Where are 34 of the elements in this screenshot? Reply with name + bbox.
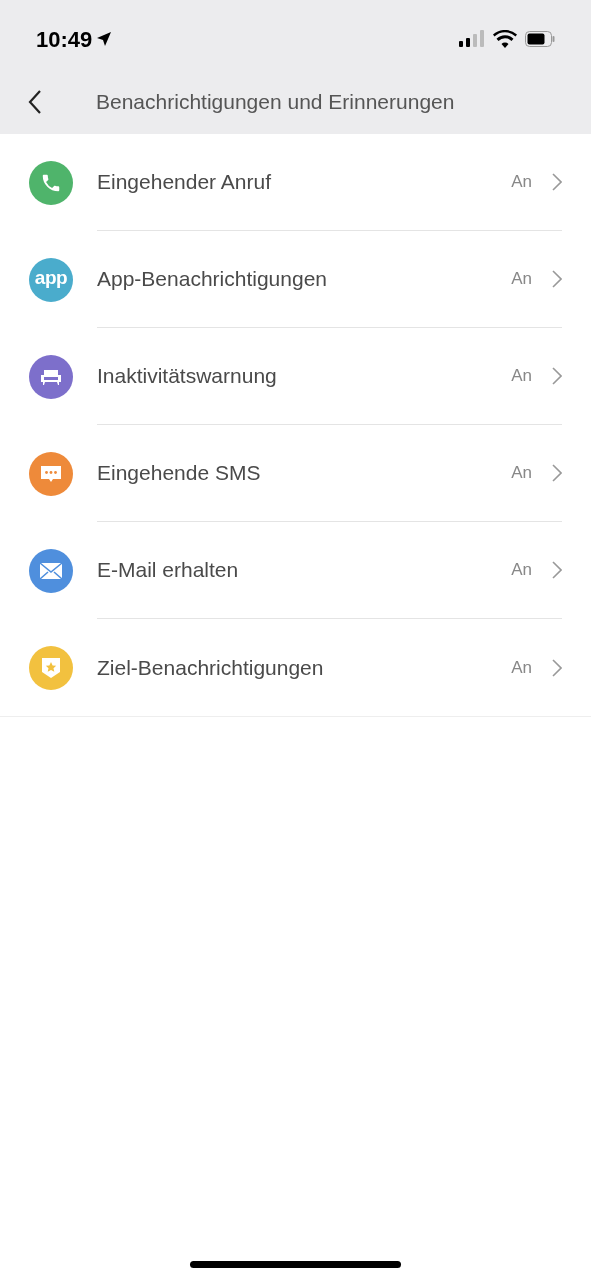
chevron-right-icon bbox=[552, 367, 562, 385]
row-label: Eingehender Anruf bbox=[97, 169, 272, 196]
app-icon-text: app bbox=[34, 268, 68, 287]
row-status: An bbox=[511, 656, 532, 679]
status-time: 10:49 bbox=[36, 25, 93, 54]
back-chevron-icon bbox=[28, 89, 42, 115]
chevron-right-icon bbox=[552, 270, 562, 288]
chevron-right-icon bbox=[552, 464, 562, 482]
signal-icon bbox=[459, 30, 485, 48]
row-label: E-Mail erhalten bbox=[97, 557, 240, 584]
row-label: Eingehende SMS bbox=[97, 460, 262, 487]
row-label: Ziel-Benachrichtigungen bbox=[97, 654, 325, 681]
settings-row[interactable]: Eingehender Anruf An bbox=[0, 134, 591, 231]
chevron-right-icon bbox=[552, 658, 562, 677]
settings-row[interactable]: Inaktivitätswarnung An bbox=[0, 328, 591, 425]
settings-row[interactable]: E-Mail erhalten An bbox=[0, 522, 591, 619]
location-arrow-icon bbox=[96, 31, 113, 47]
settings-row[interactable]: Eingehende SMS An bbox=[0, 425, 591, 522]
page-title: Benachrichtigungen und Erinnerungen bbox=[96, 89, 455, 116]
row-label: Inaktivitätswarnung bbox=[97, 363, 278, 390]
row-status: An bbox=[511, 171, 532, 194]
badge-star-icon bbox=[40, 655, 62, 680]
settings-row[interactable]: Ziel-Benachrichtigungen An bbox=[0, 619, 591, 716]
envelope-icon bbox=[39, 561, 63, 580]
row-status: An bbox=[511, 559, 532, 582]
wifi-icon bbox=[493, 30, 517, 48]
settings-row[interactable]: app App-Benachrichtigungen An bbox=[0, 231, 591, 328]
row-status: An bbox=[511, 365, 532, 388]
battery-icon bbox=[525, 31, 555, 47]
row-status: An bbox=[511, 462, 532, 485]
row-status: An bbox=[511, 268, 532, 291]
chevron-right-icon bbox=[552, 561, 562, 579]
row-label: App-Benachrichtigungen bbox=[97, 266, 328, 293]
chevron-right-icon bbox=[552, 173, 562, 191]
